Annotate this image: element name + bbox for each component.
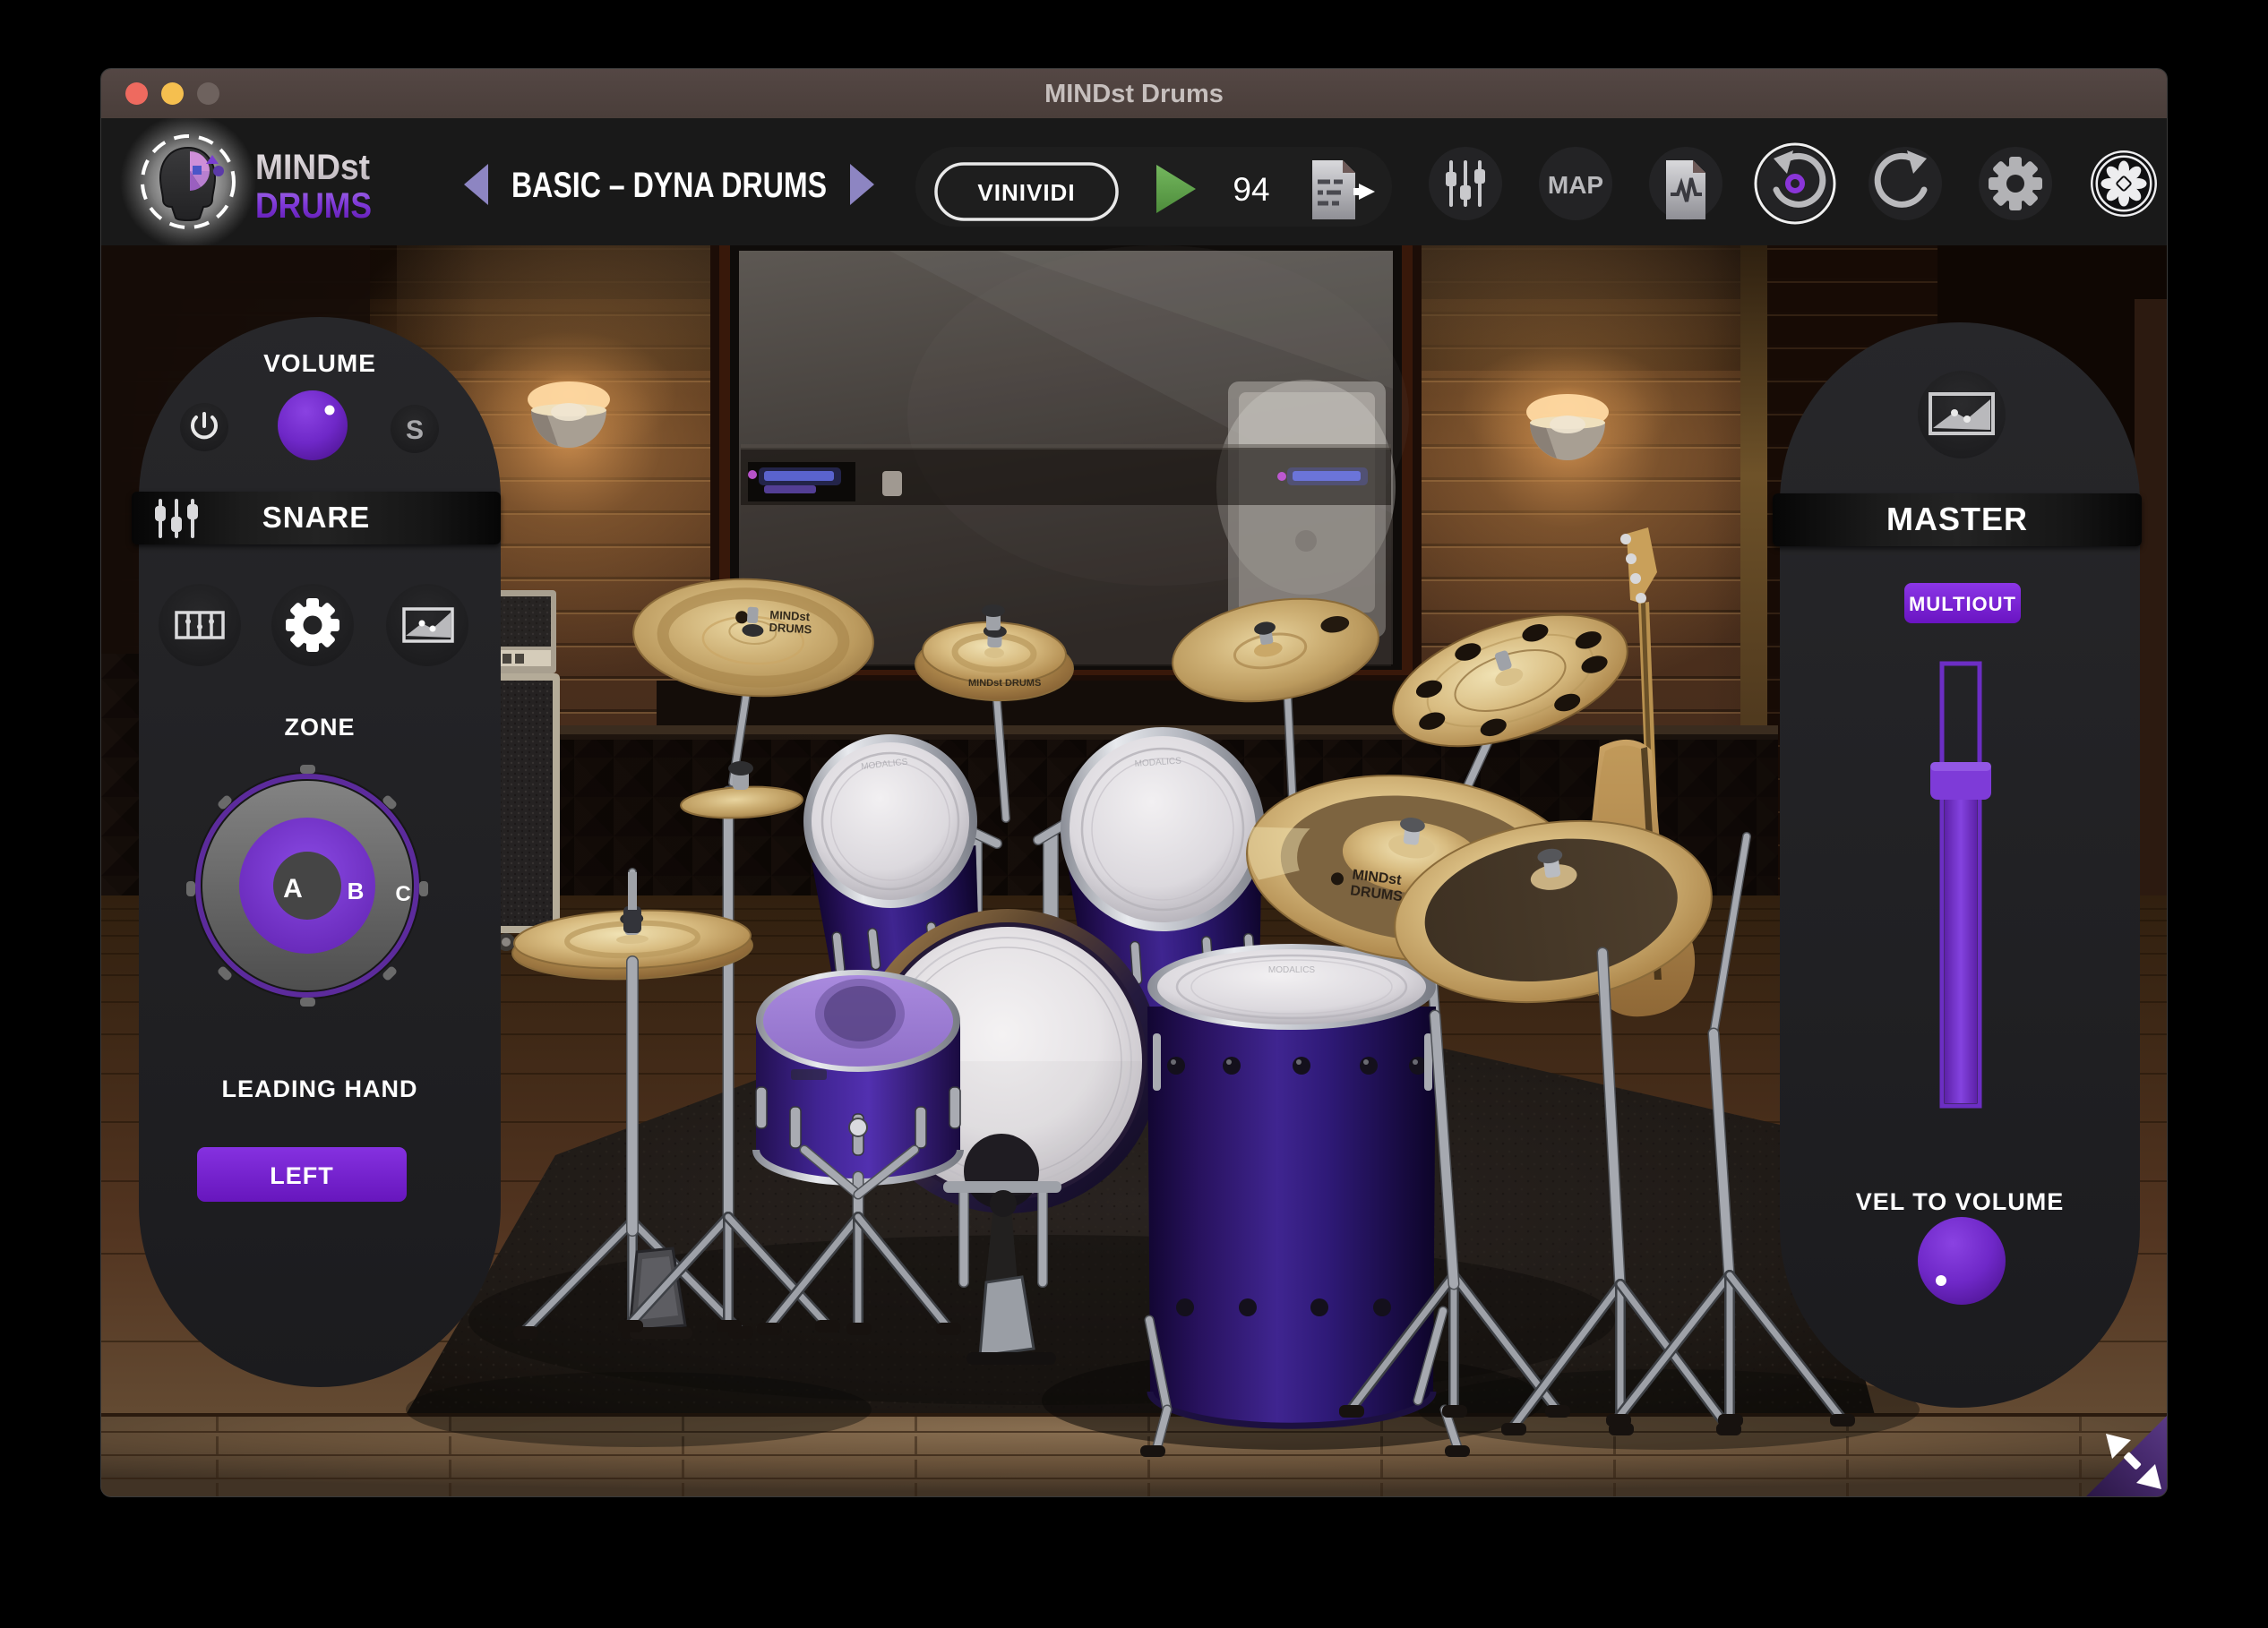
svg-text:MODALICS: MODALICS <box>1268 965 1316 975</box>
svg-text:MINDst DRUMS: MINDst DRUMS <box>968 678 1041 689</box>
svg-text:B: B <box>348 878 365 904</box>
svg-text:MAP: MAP <box>1548 171 1603 199</box>
svg-text:C: C <box>395 882 410 906</box>
svg-text:MINDst: MINDst <box>255 148 370 187</box>
svg-text:DRUMS: DRUMS <box>769 621 812 636</box>
svg-text:LEFT: LEFT <box>270 1162 334 1189</box>
svg-text:94: 94 <box>1233 171 1269 208</box>
svg-text:S: S <box>406 416 424 445</box>
svg-text:BASIC – DYNA DRUMS: BASIC – DYNA DRUMS <box>511 166 827 205</box>
svg-text:VINIVIDI: VINIVIDI <box>977 179 1075 206</box>
svg-text:DRUMS: DRUMS <box>255 186 372 226</box>
svg-text:MULTIOUT: MULTIOUT <box>1909 593 2016 615</box>
svg-text:A: A <box>283 874 303 904</box>
